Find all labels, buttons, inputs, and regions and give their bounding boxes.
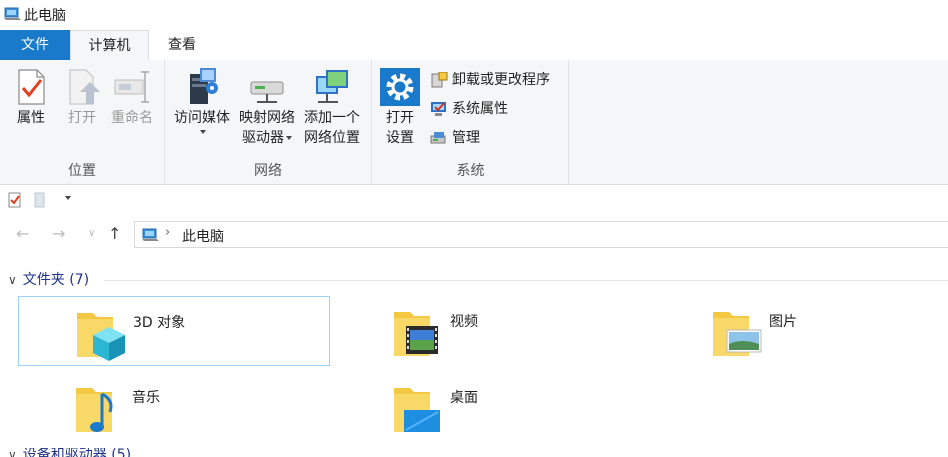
open-icon xyxy=(69,69,100,105)
tab-computer[interactable]: 计算机 xyxy=(70,30,149,61)
folder-label: 图片 xyxy=(769,314,797,330)
customize-toolbar-dropdown-icon[interactable] xyxy=(65,196,71,200)
open-button[interactable]: 打开 xyxy=(62,66,102,128)
location-group-label: 位置 xyxy=(68,163,96,179)
window-title: 此电脑 xyxy=(24,8,66,24)
address-path: 此电脑 xyxy=(182,229,224,245)
devices-section-header[interactable]: ∨ 设备和驱动器 (5) xyxy=(8,448,948,457)
tab-view[interactable]: 查看 xyxy=(152,30,212,61)
properties-button[interactable]: 属性 xyxy=(10,66,52,128)
this-pc-icon xyxy=(142,228,159,241)
folder-label: 桌面 xyxy=(450,390,478,406)
chevron-down-icon xyxy=(286,136,292,140)
music-folder-icon xyxy=(76,388,113,432)
pictures-folder-icon xyxy=(713,312,762,356)
access-media-button[interactable]: 访问媒体 xyxy=(170,66,234,136)
ribbon-tabs: 文件 计算机 查看 xyxy=(0,30,948,61)
map-drive-label-1: 映射网络 xyxy=(239,110,295,126)
rename-label: 重命名 xyxy=(111,110,153,126)
rename-icon xyxy=(114,71,149,103)
rename-button[interactable]: 重命名 xyxy=(106,66,158,128)
new-folder-icon[interactable] xyxy=(33,192,47,208)
network-location-icon xyxy=(316,70,348,103)
ribbon-group-network: 访问媒体 映射网络 驱动器 添加一个 网络位置 网络 xyxy=(165,60,372,184)
devices-section-label: 设备和驱动器 (5) xyxy=(22,448,132,457)
title-bar: 此电脑 xyxy=(0,0,948,30)
folder-music[interactable]: 音乐 xyxy=(18,372,330,442)
desktop-folder-icon xyxy=(394,388,440,432)
add-location-label-2: 网络位置 xyxy=(304,130,360,146)
access-media-label: 访问媒体 xyxy=(174,110,230,126)
add-location-label-1: 添加一个 xyxy=(304,110,360,126)
forward-arrow-icon[interactable]: → xyxy=(52,224,65,243)
folder-videos[interactable]: 视频 xyxy=(336,296,648,366)
properties-icon[interactable] xyxy=(7,192,23,208)
add-network-location-button[interactable]: 添加一个 网络位置 xyxy=(300,66,364,148)
up-arrow-icon[interactable]: ↑ xyxy=(108,224,121,243)
folder-desktop[interactable]: 桌面 xyxy=(336,372,648,442)
back-arrow-icon[interactable]: ← xyxy=(16,224,29,243)
folder-label: 视频 xyxy=(450,314,478,330)
network-drive-icon xyxy=(250,81,284,103)
network-group-label: 网络 xyxy=(254,163,282,179)
quick-access-toolbar xyxy=(0,186,948,214)
videos-folder-icon xyxy=(394,312,438,356)
3d-objects-folder-icon xyxy=(77,313,125,361)
map-drive-label-2: 驱动器 xyxy=(242,130,284,146)
tab-file[interactable]: 文件 xyxy=(0,30,70,60)
folder-3d-objects[interactable]: 3D 对象 xyxy=(18,296,330,366)
collapse-chevron-icon[interactable]: ∨ xyxy=(8,448,17,457)
breadcrumb-separator-icon[interactable]: › xyxy=(165,225,170,240)
open-label: 打开 xyxy=(68,110,96,126)
folders-section-header[interactable]: ∨ 文件夹 (7) xyxy=(8,269,948,291)
system-group-label: 系统 xyxy=(456,163,485,179)
recent-locations-chevron-icon[interactable]: ∨ xyxy=(88,228,95,239)
folder-label: 3D 对象 xyxy=(133,315,186,331)
address-bar[interactable]: › 此电脑 xyxy=(134,221,948,248)
section-divider xyxy=(104,280,948,281)
chevron-down-icon xyxy=(200,130,206,134)
ribbon-group-location: 属性 打开 重命名 位置 xyxy=(0,60,165,184)
this-pc-icon xyxy=(4,7,21,20)
folder-pictures[interactable]: 图片 xyxy=(655,296,948,366)
ribbon: 属性 打开 重命名 位置 访问媒体 映射网络 驱动器 添加一个 网络位置 网络 … xyxy=(0,60,948,185)
properties-label: 属性 xyxy=(17,110,45,126)
navigation-bar: ← → ∨ ↑ › 此电脑 xyxy=(0,218,948,252)
folder-label: 音乐 xyxy=(132,390,160,406)
collapse-chevron-icon[interactable]: ∨ xyxy=(8,273,17,287)
properties-icon xyxy=(18,69,45,105)
media-server-icon xyxy=(190,68,218,104)
map-network-drive-button[interactable]: 映射网络 驱动器 xyxy=(235,66,299,148)
folders-section-label: 文件夹 (7) xyxy=(22,272,90,288)
